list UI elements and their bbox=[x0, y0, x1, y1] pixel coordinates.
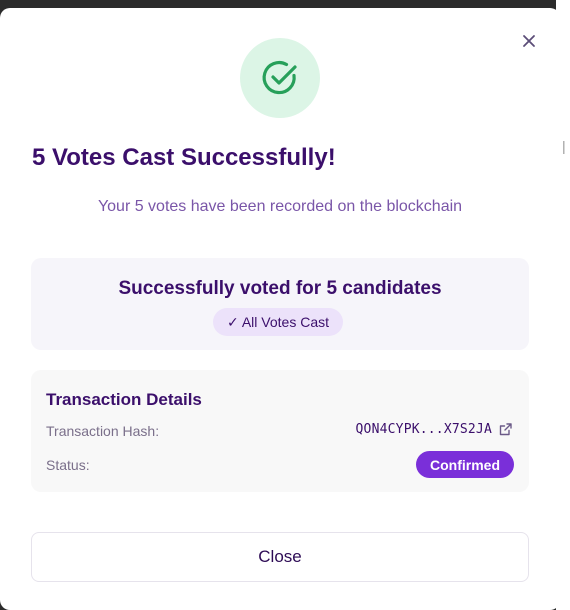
subtitle: Your 5 votes have been recorded on the b… bbox=[97, 198, 463, 215]
vote-success-modal: 5 Votes Cast Successfully! Your 5 votes … bbox=[0, 8, 560, 610]
external-link-icon[interactable] bbox=[498, 422, 513, 437]
close-icon[interactable] bbox=[518, 30, 540, 52]
transaction-hash: QON4CYPK...X7S2JA bbox=[356, 422, 513, 437]
close-button[interactable]: Close bbox=[31, 532, 529, 582]
status-badge: ✓ All Votes Cast bbox=[213, 308, 343, 336]
summary-text: Successfully voted for 5 candidates bbox=[118, 278, 442, 299]
transaction-hash-value: QON4CYPK...X7S2JA bbox=[355, 422, 492, 437]
success-badge bbox=[240, 38, 320, 118]
backdrop-fragment: | bbox=[562, 138, 566, 154]
transaction-details-card: Transaction Details Transaction Hash: QO… bbox=[31, 370, 529, 492]
status-label: Status: bbox=[46, 457, 90, 473]
status-confirmed-badge: Confirmed bbox=[416, 451, 514, 478]
check-circle-icon bbox=[262, 61, 297, 95]
transaction-hash-label: Transaction Hash: bbox=[46, 423, 160, 439]
transaction-details-heading: Transaction Details bbox=[46, 390, 202, 409]
vote-summary-card: Successfully voted for 5 candidates ✓ Al… bbox=[31, 258, 529, 350]
page-title: 5 Votes Cast Successfully! bbox=[32, 144, 336, 171]
